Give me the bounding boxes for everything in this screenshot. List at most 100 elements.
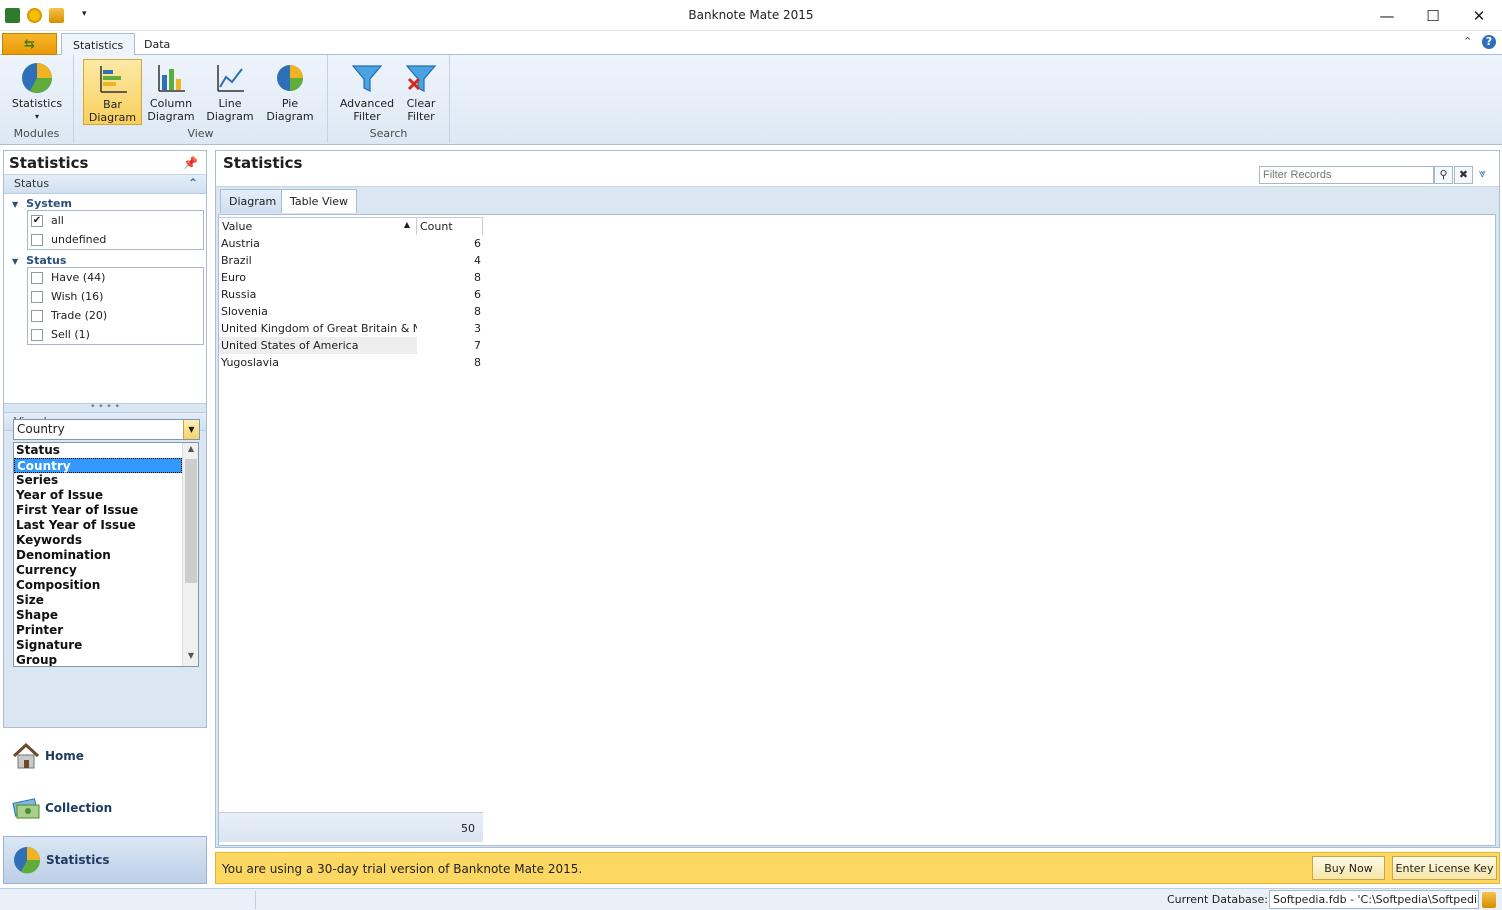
main-title: Statistics (223, 154, 303, 172)
collapse-arrow-icon: ▼ (12, 257, 19, 266)
dropdown-option[interactable]: Year of Issue (14, 488, 182, 503)
dropdown-option-selected[interactable]: Country (14, 458, 182, 473)
dropdown-option[interactable]: Denomination (14, 548, 182, 563)
checkbox-icon[interactable] (31, 233, 43, 246)
current-database-field[interactable]: Softpedia.fdb - 'C:\Softpedia\Softpedia.… (1269, 890, 1479, 909)
advanced-filter-button[interactable]: Advanced Filter (338, 59, 396, 125)
nav-home[interactable]: Home (3, 732, 207, 780)
dropdown-option[interactable]: Keywords (14, 533, 182, 548)
table-row-focused[interactable]: United States of America 7 (219, 337, 483, 354)
dropdown-option[interactable]: Last Year of Issue (14, 518, 182, 533)
count-total: 50 (461, 822, 475, 835)
column-header-count[interactable]: Count (417, 217, 483, 235)
status-bar: Current Database: Softpedia.fdb - 'C:\So… (0, 888, 1502, 910)
filter-records-input[interactable] (1259, 166, 1434, 184)
column-header-value[interactable]: Value ▲ (219, 217, 417, 235)
dropdown-option[interactable]: Composition (14, 578, 182, 593)
column-diagram-button[interactable]: Column Diagram (145, 59, 197, 125)
application-menu-button[interactable]: ⇆ (2, 33, 57, 55)
dropdown-option[interactable]: First Year of Issue (14, 503, 182, 518)
dropdown-option[interactable]: Printer (14, 623, 182, 638)
collapse-ribbon-icon[interactable]: ⌃ (1463, 35, 1472, 48)
tab-diagram[interactable]: Diagram (220, 189, 286, 213)
tab-table-view[interactable]: Table View (281, 189, 358, 213)
status-option-wish[interactable]: Wish (16) (28, 287, 203, 306)
pie-diagram-button[interactable]: Pie Diagram (266, 59, 314, 125)
cell-value: Slovenia (221, 305, 268, 318)
dropdown-option[interactable]: Series (14, 473, 182, 488)
current-database-label: Current Database: (1167, 893, 1269, 906)
help-icon[interactable]: ? (1482, 35, 1496, 49)
ribbon-group-modules: Statistics ▾ Modules (0, 55, 74, 143)
system-option-undefined[interactable]: undefined (28, 230, 203, 249)
chevron-up-icon[interactable]: ⌃ (188, 176, 198, 190)
cell-value: United States of America (219, 337, 417, 354)
option-label: Wish (16) (51, 290, 104, 303)
tab-data[interactable]: Data (133, 33, 181, 56)
cell-count: 6 (474, 288, 481, 301)
dropdown-option[interactable]: Shape (14, 608, 182, 623)
dropdown-scrollbar[interactable]: ▲ ▼ (182, 443, 198, 666)
table-row[interactable]: Yugoslavia 8 (219, 354, 483, 371)
funnel-icon (350, 61, 384, 95)
pin-icon[interactable]: 📌 (183, 156, 198, 170)
status-section-header[interactable]: Status ⌃ (4, 175, 206, 194)
scroll-up-icon[interactable]: ▲ (183, 444, 198, 458)
dropdown-option[interactable]: Currency (14, 563, 182, 578)
nav-home-label: Home (45, 749, 84, 763)
system-group-label: System (26, 197, 72, 210)
table-footer: 50 (219, 812, 483, 842)
dropdown-option[interactable]: Signature (14, 638, 182, 653)
tab-statistics[interactable]: Statistics (61, 33, 136, 56)
view-by-value: Country (17, 422, 65, 436)
ribbon-group-search: Advanced Filter Clear Filter Search (328, 55, 450, 143)
scrollbar-thumb[interactable] (185, 459, 197, 583)
nav-statistics[interactable]: Statistics (3, 836, 207, 884)
panel-splitter[interactable]: • • • • (4, 403, 206, 412)
database-icon[interactable] (1482, 892, 1496, 908)
checkbox-icon[interactable] (31, 328, 43, 341)
cell-count: 8 (474, 271, 481, 284)
search-icon[interactable]: ⚲ (1434, 166, 1453, 184)
bar-diagram-button[interactable]: Bar Diagram (83, 59, 142, 125)
dropdown-arrow-icon[interactable]: ▼ (183, 420, 199, 439)
table-row[interactable]: Brazil 4 (219, 252, 483, 269)
clear-search-icon[interactable]: ✖ (1454, 166, 1473, 184)
system-option-all[interactable]: ✔ all (28, 211, 203, 230)
buy-now-button[interactable]: Buy Now (1312, 856, 1385, 880)
column-chart-icon (154, 61, 188, 95)
system-group-header[interactable]: ▼ System (12, 197, 72, 210)
maximize-button[interactable]: ☐ (1410, 0, 1456, 31)
nav-collection[interactable]: Collection (3, 784, 207, 832)
status-group-header[interactable]: ▼ Status (12, 254, 66, 267)
minimize-button[interactable]: — (1364, 0, 1410, 31)
table-row[interactable]: Russia 6 (219, 286, 483, 303)
expand-filter-icon[interactable]: ⩔ (1479, 166, 1486, 181)
status-option-trade[interactable]: Trade (20) (28, 306, 203, 325)
table-row[interactable]: Euro 8 (219, 269, 483, 286)
dropdown-option[interactable]: Status (14, 443, 182, 458)
nav-statistics-label: Statistics (46, 853, 110, 867)
status-option-sell[interactable]: Sell (1) (28, 325, 203, 344)
scroll-down-icon[interactable]: ▼ (183, 651, 198, 665)
line-diagram-button[interactable]: Line Diagram (206, 59, 254, 125)
table-row[interactable]: Austria 6 (219, 235, 483, 252)
dropdown-option[interactable]: Size (14, 593, 182, 608)
close-button[interactable]: ✕ (1456, 0, 1502, 31)
statistics-module-button[interactable]: Statistics ▾ (6, 59, 68, 125)
statistics-module-dropdown-icon: ▾ (34, 112, 39, 121)
status-option-have[interactable]: Have (44) (28, 268, 203, 287)
window-title: Banknote Mate 2015 (688, 8, 814, 22)
checkbox-icon[interactable] (31, 309, 43, 322)
dropdown-option[interactable]: Group (14, 653, 182, 666)
table-row[interactable]: United Kingdom of Great Britain & No 3 (219, 320, 483, 337)
table-row[interactable]: Slovenia 8 (219, 303, 483, 320)
checkbox-icon[interactable] (31, 271, 43, 284)
checkbox-icon[interactable] (31, 290, 43, 303)
view-by-select[interactable]: Country ▼ (13, 419, 200, 440)
clear-filter-label-line1: Clear (406, 97, 436, 110)
checkbox-checked-icon[interactable]: ✔ (31, 214, 43, 227)
enter-license-key-button[interactable]: Enter License Key (1392, 856, 1497, 880)
cell-count: 3 (474, 322, 481, 335)
clear-filter-button[interactable]: Clear Filter (400, 59, 442, 125)
